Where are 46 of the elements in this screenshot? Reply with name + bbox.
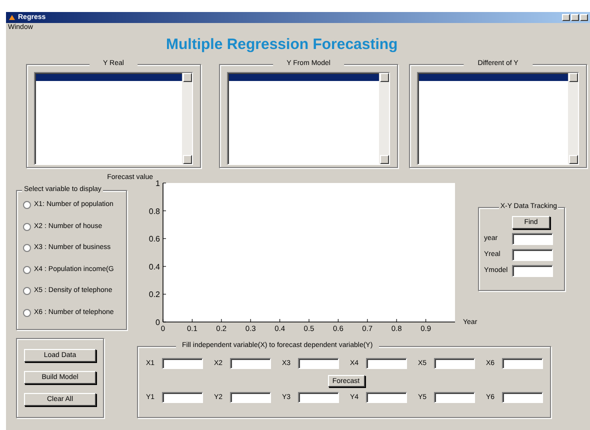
radio-button[interactable]	[23, 222, 31, 231]
text-field[interactable]	[230, 358, 271, 370]
text-field[interactable]	[512, 265, 553, 278]
text-field[interactable]	[298, 358, 339, 370]
y-tick-label: 0.4	[148, 262, 160, 272]
highlighted-row[interactable]	[419, 74, 568, 82]
list-box[interactable]	[227, 72, 390, 166]
highlighted-row[interactable]	[229, 74, 379, 82]
y-tick-label: 0.2	[148, 290, 160, 300]
scrollbar[interactable]	[568, 73, 578, 164]
radio-button[interactable]	[23, 266, 31, 274]
text-field[interactable]	[512, 249, 553, 262]
scroll-down-button[interactable]	[568, 155, 578, 164]
y-tick-label: 0.6	[148, 234, 160, 244]
scrollbar[interactable]	[182, 73, 192, 164]
scroll-up-button[interactable]	[568, 73, 578, 82]
text-field[interactable]	[434, 358, 475, 370]
radio-button[interactable]	[23, 201, 31, 210]
maximize-button[interactable]	[571, 14, 579, 21]
text-field[interactable]	[502, 392, 543, 404]
radio-button[interactable]	[23, 244, 31, 252]
minimize-button[interactable]	[562, 14, 570, 21]
radio-button[interactable]	[23, 308, 31, 317]
text-field[interactable]	[366, 392, 407, 404]
list-box[interactable]	[34, 72, 193, 166]
scrollbar[interactable]	[379, 73, 389, 164]
text-field[interactable]	[298, 392, 339, 404]
scroll-up-button[interactable]	[380, 73, 388, 82]
scroll-down-button[interactable]	[182, 155, 192, 164]
scroll-up-button[interactable]	[182, 73, 192, 82]
text-field[interactable]	[502, 358, 543, 370]
radio-button[interactable]	[23, 287, 31, 296]
close-button[interactable]	[580, 14, 588, 21]
app-heading: Multiple Regression Forecasting	[166, 36, 398, 54]
scroll-down-button[interactable]	[380, 155, 388, 164]
list-box[interactable]	[417, 72, 579, 166]
text-field[interactable]	[366, 358, 407, 370]
y-tick-label: 0	[156, 318, 160, 328]
text-field[interactable]	[162, 392, 203, 404]
text-field[interactable]	[162, 358, 203, 370]
y-tick-label: 0.8	[148, 207, 160, 216]
text-field[interactable]	[230, 392, 271, 404]
text-field[interactable]	[512, 233, 553, 246]
y-tick-label: 1	[156, 179, 160, 188]
highlighted-row[interactable]	[36, 74, 182, 82]
text-field[interactable]	[434, 392, 475, 404]
